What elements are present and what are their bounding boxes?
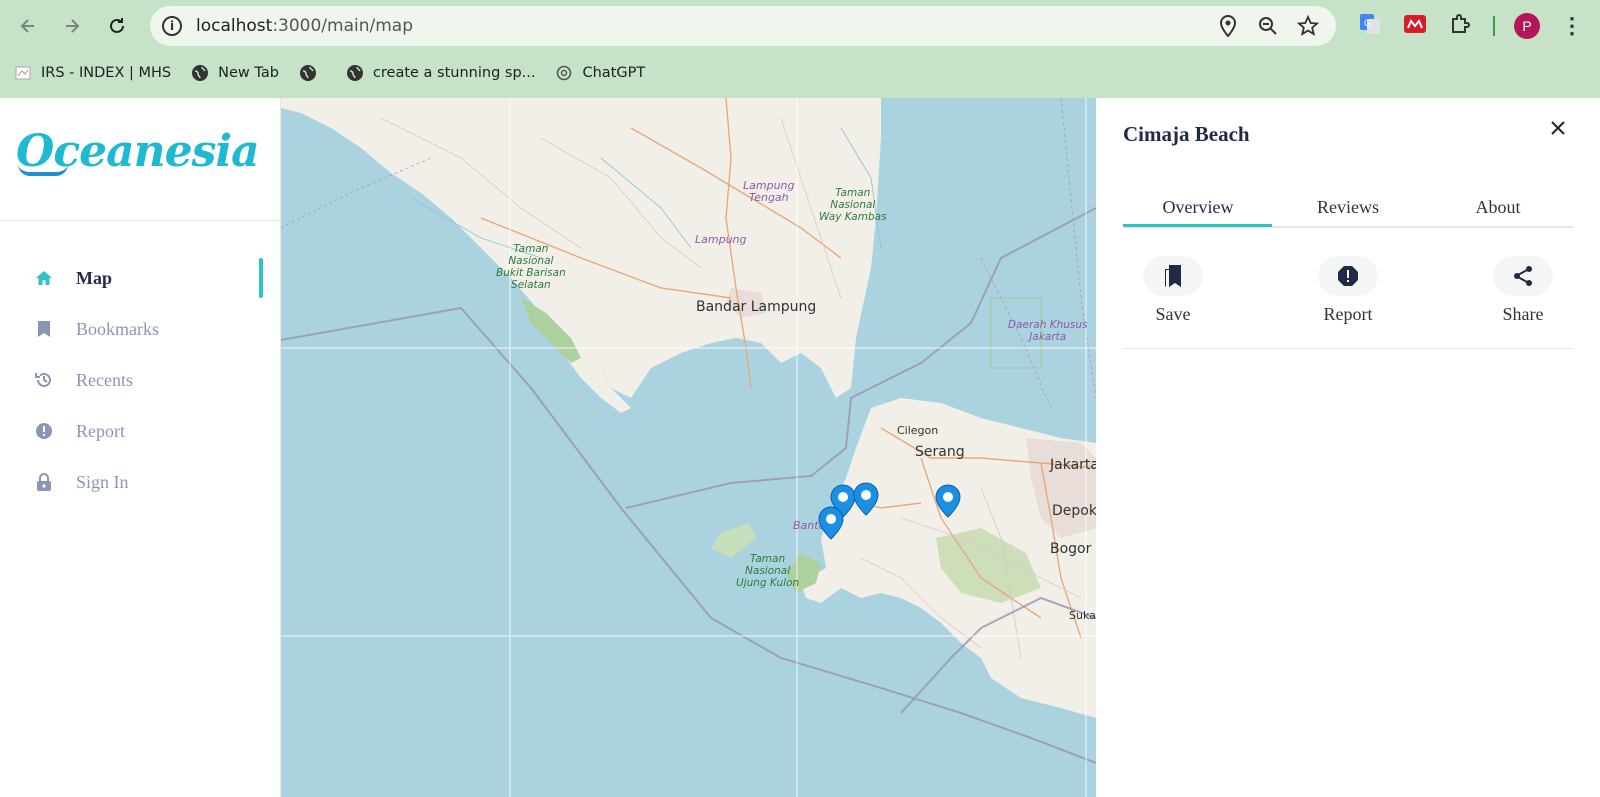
map-label-city: Jakarta [1050,457,1096,473]
map-label-region: Lampung [695,233,747,246]
bookmark-item[interactable] [299,64,326,82]
svg-text:G: G [1364,18,1371,28]
sidebar-item-bookmarks[interactable]: Bookmarks [0,309,281,349]
browser-menu-icon[interactable]: ⋮ [1560,12,1584,40]
history-icon [34,370,54,390]
close-icon [1551,121,1565,135]
alert-icon [34,421,54,441]
profile-avatar[interactable]: P [1514,13,1540,39]
app-logo[interactable]: Oceanesia [16,126,260,177]
map-view[interactable]: Bandar Lampung Serang Cilegon Jakarta De… [281,98,1096,797]
sidebar-item-map[interactable]: Map [0,258,281,298]
mendeley-icon[interactable] [1401,10,1429,38]
reload-button[interactable] [101,10,133,42]
site-info-icon[interactable]: i [162,16,182,36]
panel-tabs: Overview Reviews About [1123,188,1573,228]
sidebar-item-label: Sign In [76,471,129,492]
lock-icon [34,472,54,492]
url-text[interactable]: localhost:3000/main/map [196,16,413,36]
place-title: Cimaja Beach [1123,122,1250,146]
address-bar[interactable]: i localhost:3000/main/map [150,6,1336,46]
sidebar-item-label: Map [76,267,112,288]
close-button[interactable] [1546,116,1570,140]
active-tab-indicator [1123,224,1272,227]
globe-icon [299,64,317,82]
map-label-park: Taman Nasional Bukit Barisan Selatan [496,243,566,291]
tab-about[interactable]: About [1423,188,1573,226]
bookmark-icon [34,319,54,339]
sidebar-item-label: Report [76,420,125,441]
map-label-city: Cilegon [897,424,939,437]
map-label-park: Taman Nasional Ujung Kulon [736,553,800,589]
map-label-park: Taman Nasional Way Kambas [819,187,887,223]
bookmark-item[interactable]: ChatGPT [555,64,645,82]
forward-button[interactable] [56,10,88,42]
location-pin-icon[interactable] [1216,14,1240,38]
map-tiles [281,98,1096,797]
bookmark-item[interactable]: create a stunning sp... [346,64,535,82]
bookmark-item[interactable]: New Tab [191,64,279,82]
reload-icon [110,18,124,33]
back-button[interactable] [12,10,44,42]
map-label-region: Lampung Tengah [743,179,795,204]
logo-wave [18,164,68,176]
map-label-city: Bandar Lampung [696,299,817,315]
share-button[interactable]: Share [1468,256,1578,326]
save-button[interactable]: Save [1118,256,1228,326]
sidebar-divider [0,220,281,221]
star-icon[interactable] [1296,14,1320,38]
tab-overview[interactable]: Overview [1123,188,1273,226]
home-icon [34,268,54,288]
bookmark-item[interactable]: IRS - INDEX | MHS [14,64,171,82]
tab-reviews[interactable]: Reviews [1273,188,1423,226]
sidebar-item-report[interactable]: Report [0,411,281,451]
map-label-city: Bogor [1050,541,1092,557]
sidebar: Oceanesia Map Bookmarks Recents Report S… [0,98,281,797]
arrow-left-icon [20,19,34,33]
globe-icon [346,64,364,82]
map-marker-icon[interactable] [853,482,879,516]
globe-icon [191,64,209,82]
zoom-icon[interactable] [1256,14,1280,38]
map-label-city: Suka [1069,609,1096,622]
extensions-icon[interactable] [1446,10,1474,38]
sidebar-item-label: Bookmarks [76,318,159,339]
map-marker-icon[interactable] [935,484,961,518]
map-label-city: Depok [1052,503,1096,519]
arrow-right-icon [66,19,80,33]
chatgpt-icon [555,64,573,82]
alert-circle-icon [1318,256,1378,296]
place-detail-panel: Cimaja Beach Overview Reviews About Save… [1096,98,1600,797]
browser-toolbar: i localhost:3000/main/map G P ⋮ IRS - IN… [0,0,1600,98]
sidebar-item-sign-in[interactable]: Sign In [0,462,281,502]
page-icon [14,64,32,82]
bookmark-multiple-icon [1143,256,1203,296]
google-translate-icon[interactable]: G [1356,10,1384,38]
share-icon [1493,256,1553,296]
report-button[interactable]: Report [1293,256,1403,326]
sidebar-item-label: Recents [76,369,133,390]
active-indicator [259,258,263,298]
toolbar-divider [1493,16,1495,36]
sidebar-item-recents[interactable]: Recents [0,360,281,400]
bookmarks-bar: IRS - INDEX | MHS New Tab create a stunn… [0,58,651,88]
panel-divider [1123,348,1573,349]
map-marker-icon[interactable] [818,506,844,540]
map-label-region: Daerah Khusus Jakarta [1008,319,1088,343]
map-label-city: Serang [915,444,965,460]
